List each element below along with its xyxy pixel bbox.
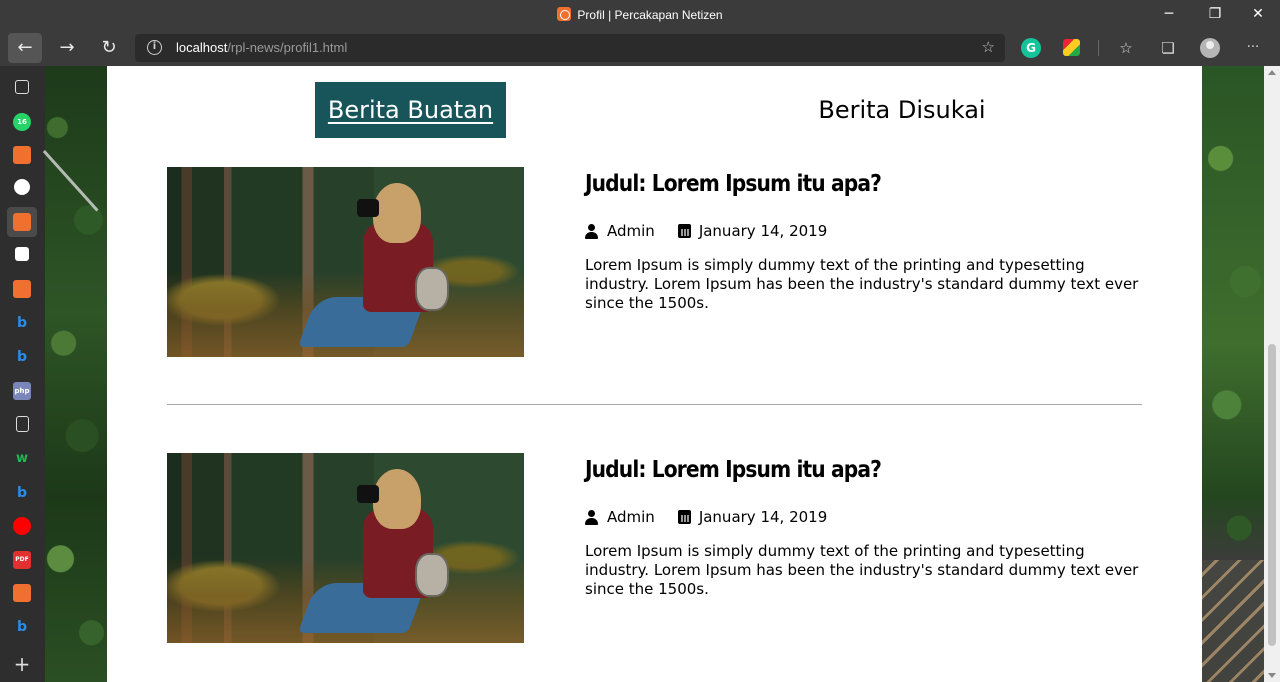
tab-berita-disukai[interactable]: Berita Disukai [802,82,1002,138]
page-scrollbar[interactable] [1264,66,1280,682]
tab-berita-buatan[interactable]: Berita Buatan [315,82,506,138]
article-thumbnail[interactable] [167,167,524,357]
pdf-icon[interactable]: PDF [13,551,31,569]
user-icon [585,223,598,239]
scrollbar-thumb[interactable] [1268,344,1276,646]
toolbar-separator [1098,40,1099,56]
photo-figure-hair [373,183,421,243]
color-extension-icon[interactable] [1063,39,1080,56]
bing-icon[interactable]: b [13,314,31,332]
profile-page: Berita Buatan Berita Disukai Judul: Lore… [107,66,1202,682]
article-author: Admin [607,222,655,240]
article-card[interactable]: Judul: Lorem Ipsum itu apa? Admin Januar… [167,167,1142,358]
background-forest-left [45,66,107,682]
add-sidebar-item-button[interactable]: + [13,654,31,674]
xampp-favicon-icon [557,7,572,21]
scroll-up-arrow-icon[interactable] [1268,70,1276,75]
article-date: January 14, 2019 [698,222,828,240]
window-titlebar: Profil | Percakapan Netizen ─ ❐ ✕ [0,0,1280,30]
address-url[interactable]: localhost/rpl-news/profil1.html [176,40,347,55]
forward-button[interactable]: → [50,33,84,63]
photo-bag [415,267,449,311]
collections-icon[interactable]: ❏ [1158,38,1178,58]
calendar-icon [677,510,691,524]
scroll-down-arrow-icon[interactable] [1268,673,1276,678]
more-menu-icon[interactable]: ··· [1243,38,1263,58]
article-divider [167,404,1142,405]
article-excerpt: Lorem Ipsum is simply dummy text of the … [585,542,1139,598]
article-author: Admin [607,508,655,526]
site-info-icon[interactable]: i [147,40,162,55]
article-meta: Admin January 14, 2019 [585,222,827,240]
refresh-button[interactable]: ↻ [92,33,126,63]
minimize-button[interactable]: ─ [1147,0,1191,30]
address-bar[interactable]: i localhost/rpl-news/profil1.html ☆ [135,34,1005,62]
photo-camera [357,485,379,503]
back-button[interactable]: ← [8,33,42,63]
window-title-text: Profil | Percakapan Netizen [577,8,723,22]
url-host: localhost [176,40,228,55]
php-icon[interactable]: php [13,382,31,400]
browser-toolbar: ← → ↻ i localhost/rpl-news/profil1.html … [0,30,1280,66]
article-card[interactable]: Judul: Lorem Ipsum itu apa? Admin Januar… [167,453,1142,644]
window-title: Profil | Percakapan Netizen [0,7,1280,22]
app-orange-icon[interactable] [13,146,31,164]
calendar-icon [677,224,691,238]
photo-bag [415,553,449,597]
article-thumbnail[interactable] [167,453,524,643]
bing-4-icon[interactable]: b [13,618,31,636]
background-road-right [1202,560,1264,682]
whatsapp-icon[interactable]: 16 [13,113,31,131]
user-icon [585,509,598,525]
close-button[interactable]: ✕ [1236,0,1280,30]
article-title[interactable]: Judul: Lorem Ipsum itu apa? [585,171,882,197]
favorites-icon[interactable]: ☆ [1116,38,1136,58]
document-icon[interactable] [16,416,29,432]
article-title[interactable]: Judul: Lorem Ipsum itu apa? [585,457,882,483]
xampp-2-icon[interactable] [13,584,31,602]
restore-button[interactable]: ❐ [1193,0,1237,30]
photo-figure-hair [373,469,421,529]
photo-camera [357,199,379,217]
article-date: January 14, 2019 [698,508,828,526]
bing-2-icon[interactable]: b [13,348,31,366]
grammarly-extension-icon[interactable]: G [1021,38,1041,58]
article-meta: Admin January 14, 2019 [585,508,827,526]
add-favorite-icon[interactable]: ☆ [982,38,995,56]
youtube-icon[interactable] [13,517,31,535]
url-path: /rpl-news/profil1.html [227,40,348,55]
profile-avatar-icon[interactable] [1200,38,1220,58]
w-app-icon[interactable]: w [13,450,31,468]
article-excerpt: Lorem Ipsum is simply dummy text of the … [585,256,1139,312]
bing-3-icon[interactable]: b [13,484,31,502]
tab-actions-icon[interactable] [15,80,29,94]
